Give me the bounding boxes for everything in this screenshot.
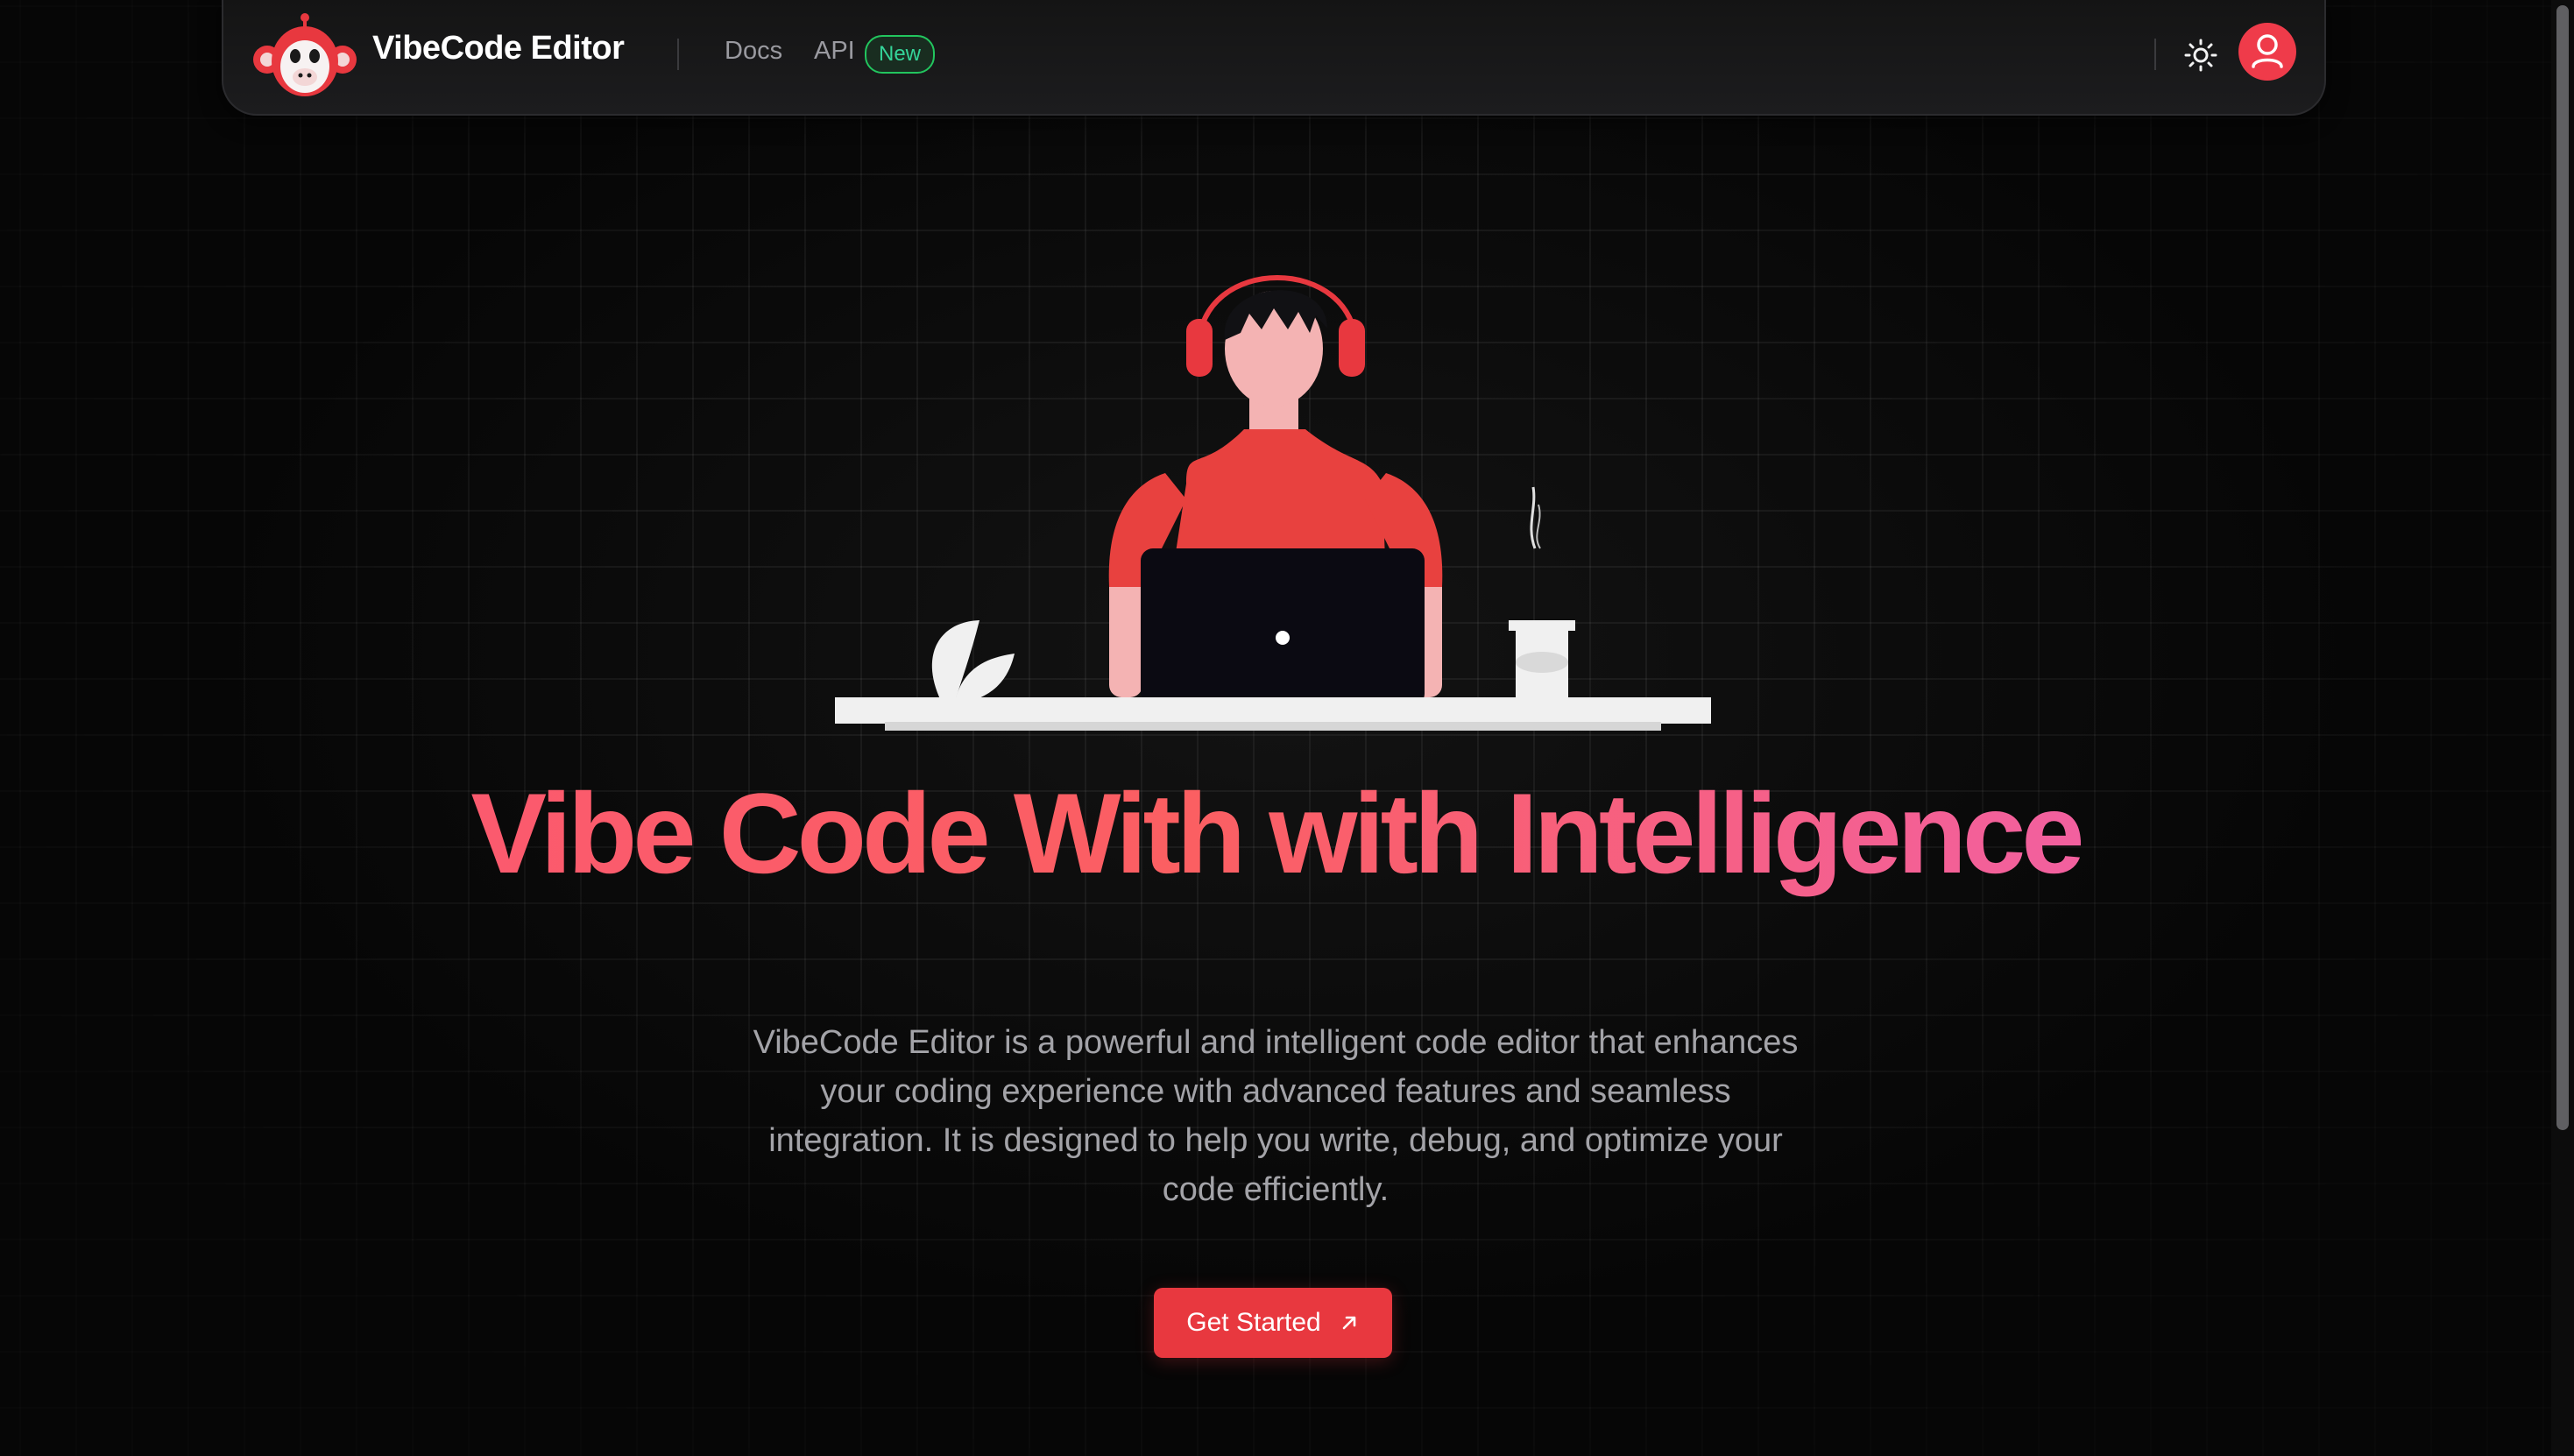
get-started-button[interactable]: Get Started [1154, 1288, 1392, 1358]
theme-toggle-button[interactable] [2179, 33, 2223, 77]
get-started-label: Get Started [1186, 1308, 1321, 1337]
new-badge: New [865, 35, 936, 74]
arrow-up-right-icon [1342, 1316, 1356, 1330]
hero-description: VibeCode Editor is a powerful and intell… [753, 1024, 1799, 1208]
nav-link-docs[interactable]: Docs [725, 37, 782, 66]
navbar: VibeCode Editor Docs API New [222, 0, 2326, 116]
nav-divider [677, 39, 679, 70]
developer-illustration [835, 275, 1711, 731]
sun-icon [2184, 39, 2217, 72]
profile-button[interactable] [2238, 23, 2296, 81]
nav-divider-right [2154, 39, 2156, 70]
landing-page: VibeCode Editor Docs API New Vibe Code W… [0, 0, 2574, 1456]
hero-headline-text: Vibe Code With with Intelligence [470, 769, 2084, 897]
monkey-logo-icon[interactable] [251, 12, 358, 100]
nav-link-api[interactable]: API [814, 37, 855, 66]
page-scrollbar[interactable] [2551, 0, 2574, 1456]
brand-name[interactable]: VibeCode Editor [372, 30, 625, 67]
user-icon [2252, 34, 2283, 68]
hero-headline: Vibe Code With with Intelligence [0, 767, 2551, 899]
scrollbar-thumb[interactable] [2556, 5, 2569, 1130]
